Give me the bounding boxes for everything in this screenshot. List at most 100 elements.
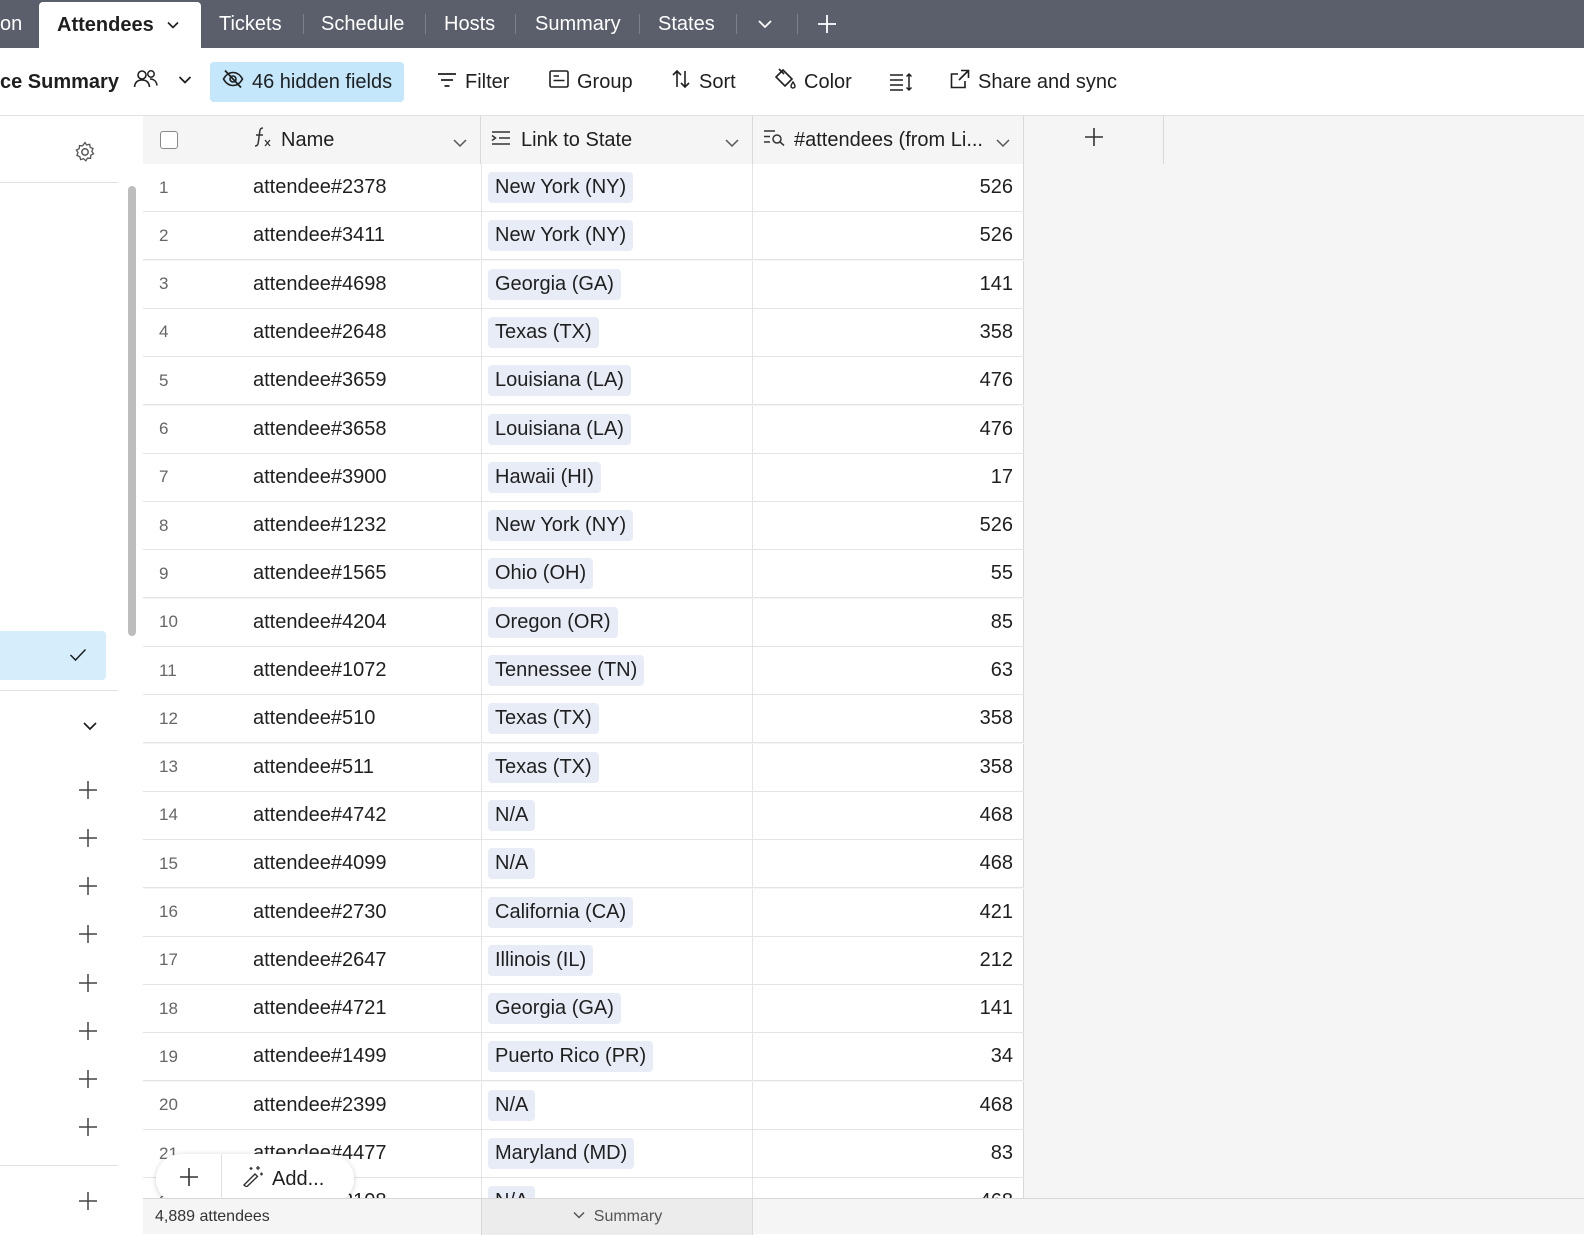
- link-to-state-cell[interactable]: California (CA): [481, 888, 753, 936]
- column-header-link-to-state[interactable]: Link to State: [481, 116, 753, 164]
- link-to-state-cell[interactable]: Puerto Rico (PR): [481, 1033, 753, 1081]
- attendees-count-cell[interactable]: 526: [753, 502, 1024, 550]
- column-header-name[interactable]: Name: [253, 116, 481, 164]
- linked-record-pill[interactable]: N/A: [488, 799, 536, 831]
- attendees-count-cell[interactable]: 17: [753, 453, 1024, 501]
- chevron-down-icon[interactable]: [724, 133, 740, 156]
- attendees-count-cell[interactable]: 476: [753, 357, 1024, 405]
- linked-record-pill[interactable]: Georgia (GA): [488, 268, 621, 300]
- link-to-state-cell[interactable]: N/A: [481, 840, 753, 888]
- tab-schedule[interactable]: Schedule: [321, 0, 404, 48]
- table-row[interactable]: 2 attendee#3411 New York (NY) 526: [143, 212, 1024, 261]
- attendees-count-cell[interactable]: 212: [753, 936, 1024, 984]
- more-tables-chevron-icon[interactable]: [756, 0, 774, 48]
- link-to-state-cell[interactable]: Illinois (IL): [481, 936, 753, 984]
- linked-record-pill[interactable]: Texas (TX): [488, 703, 599, 735]
- table-row[interactable]: 12 attendee#510 Texas (TX) 358: [143, 695, 1024, 744]
- create-view-plus-icon[interactable]: [78, 973, 98, 998]
- name-cell[interactable]: attendee#4698: [253, 261, 481, 308]
- link-to-state-cell[interactable]: Louisiana (LA): [481, 405, 753, 453]
- table-row[interactable]: 20 attendee#2399 N/A 468: [143, 1081, 1024, 1130]
- table-row[interactable]: 17 attendee#2647 Illinois (IL) 212: [143, 936, 1024, 985]
- linked-record-pill[interactable]: Louisiana (LA): [488, 413, 631, 445]
- linked-record-pill[interactable]: Puerto Rico (PR): [488, 1041, 654, 1073]
- table-row[interactable]: 1 attendee#2378 New York (NY) 526: [143, 164, 1024, 212]
- name-cell[interactable]: attendee#4742: [253, 792, 481, 839]
- linked-record-pill[interactable]: Maryland (MD): [488, 1138, 635, 1169]
- table-row[interactable]: 9 attendee#1565 Ohio (OH) 55: [143, 550, 1024, 599]
- link-to-state-cell[interactable]: N/A: [481, 1081, 753, 1129]
- name-cell[interactable]: attendee#2399: [253, 1082, 481, 1129]
- add-with-ai-button[interactable]: Add...: [222, 1165, 324, 1193]
- gear-icon[interactable]: [74, 141, 96, 168]
- attendees-count-cell[interactable]: 63: [753, 647, 1024, 694]
- table-row[interactable]: 18 attendee#4721 Georgia (GA) 141: [143, 985, 1024, 1034]
- table-row[interactable]: 8 attendee#1232 New York (NY) 526: [143, 502, 1024, 551]
- name-cell[interactable]: attendee#4099: [253, 840, 481, 887]
- attendees-count-cell[interactable]: 358: [753, 743, 1024, 791]
- link-to-state-cell[interactable]: Texas (TX): [481, 695, 753, 743]
- linked-record-pill[interactable]: Tennessee (TN): [488, 655, 645, 686]
- attendees-count-cell[interactable]: 421: [753, 888, 1024, 936]
- table-row[interactable]: 7 attendee#3900 Hawaii (HI) 17: [143, 453, 1024, 502]
- linked-record-pill[interactable]: New York (NY): [488, 220, 634, 252]
- linked-record-pill[interactable]: Louisiana (LA): [488, 365, 631, 397]
- link-to-state-cell[interactable]: Georgia (GA): [481, 260, 753, 308]
- create-section-plus-icon[interactable]: [78, 1191, 98, 1216]
- linked-record-pill[interactable]: Illinois (IL): [488, 944, 594, 976]
- attendees-count-cell[interactable]: 358: [753, 695, 1024, 743]
- attendees-count-cell[interactable]: 526: [753, 212, 1024, 260]
- link-to-state-cell[interactable]: Louisiana (LA): [481, 357, 753, 405]
- chevron-down-icon[interactable]: [452, 133, 468, 156]
- name-cell[interactable]: attendee#1565: [253, 550, 481, 597]
- select-all-checkbox[interactable]: [160, 131, 178, 149]
- add-record-button[interactable]: [156, 1154, 222, 1204]
- tab-states[interactable]: States: [658, 0, 715, 48]
- chevron-down-icon[interactable]: [177, 71, 193, 94]
- table-row[interactable]: 3 attendee#4698 Georgia (GA) 141: [143, 260, 1024, 309]
- linked-record-pill[interactable]: Texas (TX): [488, 316, 599, 348]
- table-row[interactable]: 14 attendee#4742 N/A 468: [143, 791, 1024, 840]
- name-cell[interactable]: attendee#2378: [253, 164, 481, 211]
- create-view-plus-icon[interactable]: [78, 1021, 98, 1046]
- attendees-count-cell[interactable]: 55: [753, 550, 1024, 598]
- tab-truncated[interactable]: on: [0, 0, 22, 48]
- linked-record-pill[interactable]: N/A: [488, 1186, 536, 1198]
- sidebar-item-selected-view[interactable]: [0, 631, 106, 680]
- name-cell[interactable]: attendee#4721: [253, 985, 481, 1032]
- linked-record-pill[interactable]: Ohio (OH): [488, 558, 594, 590]
- create-view-plus-icon[interactable]: [78, 1069, 98, 1094]
- attendees-count-cell[interactable]: 526: [753, 164, 1024, 211]
- link-to-state-cell[interactable]: Ohio (OH): [481, 550, 753, 598]
- link-to-state-cell[interactable]: New York (NY): [481, 164, 753, 211]
- name-cell[interactable]: attendee#3900: [253, 454, 481, 501]
- attendees-count-cell[interactable]: 468: [753, 1178, 1024, 1198]
- name-cell[interactable]: attendee#2648: [253, 309, 481, 356]
- attendees-count-cell[interactable]: 468: [753, 1081, 1024, 1129]
- name-cell[interactable]: attendee#4204: [253, 599, 481, 646]
- chevron-down-icon[interactable]: [82, 719, 98, 738]
- link-to-state-cell[interactable]: New York (NY): [481, 502, 753, 550]
- create-view-plus-icon[interactable]: [78, 828, 98, 853]
- attendees-count-cell[interactable]: 141: [753, 260, 1024, 308]
- add-table-plus-icon[interactable]: [817, 0, 837, 48]
- group-button[interactable]: Group: [549, 62, 633, 102]
- linked-record-pill[interactable]: New York (NY): [488, 510, 634, 542]
- create-view-plus-icon[interactable]: [78, 1117, 98, 1142]
- row-height-icon[interactable]: [889, 62, 913, 102]
- name-cell[interactable]: attendee#3411: [253, 212, 481, 259]
- link-to-state-cell[interactable]: Maryland (MD): [481, 1130, 753, 1177]
- linked-record-pill[interactable]: N/A: [488, 848, 536, 880]
- table-row[interactable]: 16 attendee#2730 California (CA) 421: [143, 888, 1024, 937]
- filter-button[interactable]: Filter: [437, 62, 509, 102]
- color-button[interactable]: Color: [774, 62, 852, 102]
- attendees-count-cell[interactable]: 476: [753, 405, 1024, 453]
- attendees-count-cell[interactable]: 468: [753, 791, 1024, 839]
- table-row[interactable]: 19 attendee#1499 Puerto Rico (PR) 34: [143, 1033, 1024, 1082]
- sort-button[interactable]: Sort: [671, 62, 736, 102]
- attendees-count-cell[interactable]: 34: [753, 1033, 1024, 1081]
- linked-record-pill[interactable]: Hawaii (HI): [488, 461, 601, 493]
- linked-record-pill[interactable]: Texas (TX): [488, 751, 599, 783]
- create-view-plus-icon[interactable]: [78, 924, 98, 949]
- link-to-state-cell[interactable]: N/A: [481, 1178, 753, 1198]
